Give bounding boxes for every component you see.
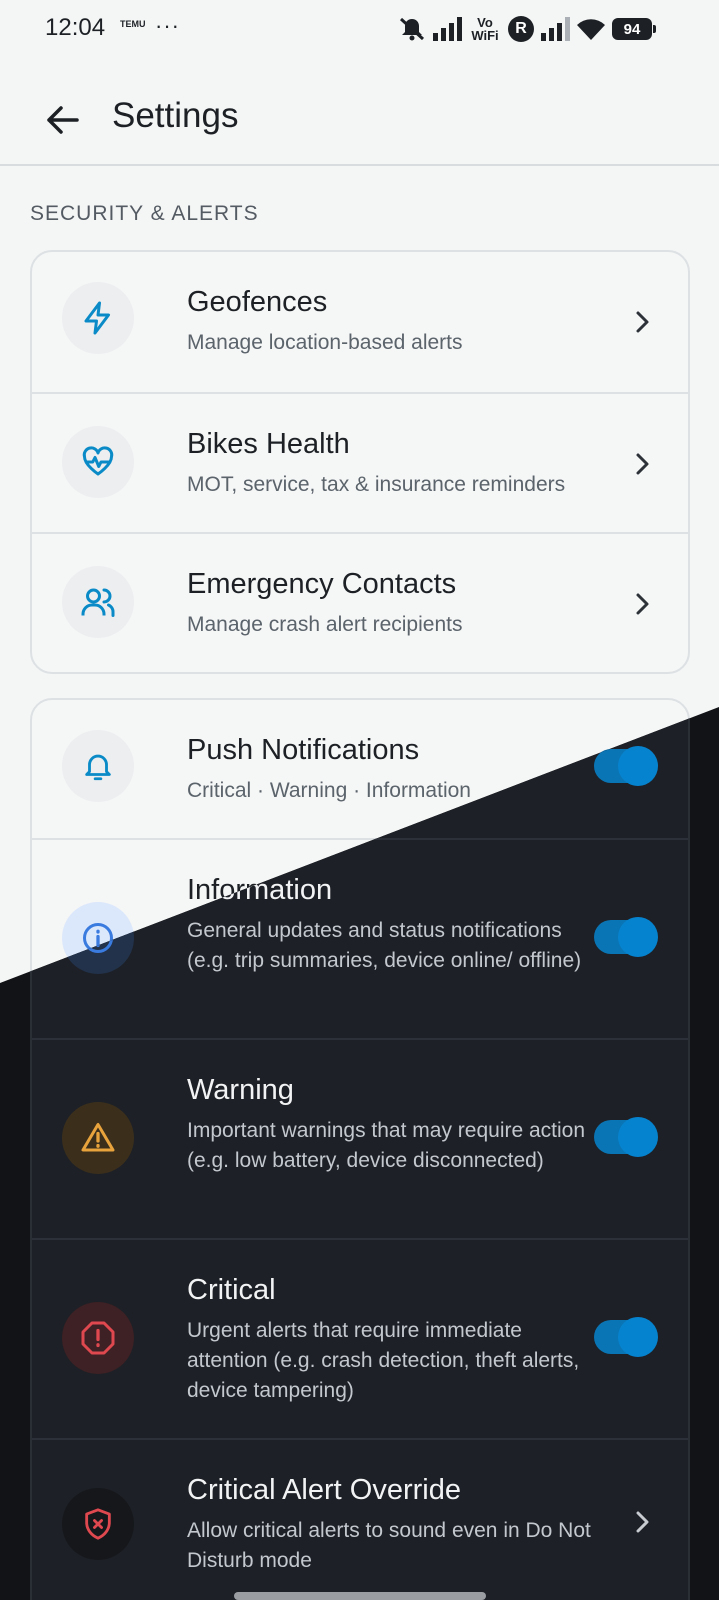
app-bar: Settings: [0, 60, 719, 166]
bikes-health-subtitle: MOT, service, tax & insurance reminders: [187, 473, 566, 496]
lightning-icon: [84, 301, 110, 335]
warning-title: Warning: [187, 1074, 294, 1106]
critical-subtitle: Urgent alerts that require immediate att…: [187, 1319, 580, 1402]
emergency-contacts-row[interactable]: Emergency Contacts Manage crash alert re…: [32, 532, 688, 672]
chevron-right-icon: [626, 588, 658, 620]
emergency-contacts-subtitle: Manage crash alert recipients: [187, 613, 463, 636]
wifi-icon: [577, 19, 605, 40]
geofences-title: Geofences: [187, 286, 328, 318]
critical-icon-bubble: [62, 1302, 134, 1374]
emergency-contacts-title: Emergency Contacts: [187, 568, 457, 600]
users-icon-bubble: [62, 566, 134, 638]
bikes-health-row[interactable]: Bikes Health MOT, service, tax & insuran…: [32, 392, 688, 532]
warning-icon-bubble: [62, 1102, 134, 1174]
silent-mode-icon: [399, 17, 425, 41]
security-card: Geofences Manage location-based alerts B…: [30, 250, 690, 674]
geofences-subtitle: Manage location-based alerts: [187, 331, 463, 354]
heart-pulse-icon-bubble: [62, 426, 134, 498]
warning-triangle-icon: [81, 1123, 115, 1152]
information-subtitle-dark: General updates and status notifications…: [187, 919, 582, 972]
critical-octagon-icon: [81, 1321, 115, 1355]
lightning-icon-bubble: [62, 282, 134, 354]
warning-row: Warning Important warnings that may requ…: [32, 1038, 688, 1238]
shield-x-icon: [85, 1508, 111, 1540]
signal-icon: [433, 17, 462, 41]
information-toggle-dark[interactable]: [594, 917, 658, 957]
bikes-health-title: Bikes Health: [187, 428, 350, 460]
warning-subtitle: Important warnings that may require acti…: [187, 1119, 586, 1172]
bell-icon: [85, 754, 111, 781]
vowifi-label: Vo WiFi: [471, 15, 499, 43]
battery-icon: 94: [612, 18, 656, 40]
push-notifications-title: Push Notifications: [187, 734, 420, 766]
users-icon: [81, 588, 115, 617]
warning-toggle[interactable]: [594, 1117, 658, 1157]
chevron-right-icon: [626, 1506, 658, 1538]
shield-icon-bubble: [62, 1488, 134, 1560]
status-bar: 12:04 TEMU ··· Vo WiFi R 94: [0, 0, 719, 60]
critical-override-row[interactable]: Critical Alert Override Allow critical a…: [32, 1438, 688, 1600]
critical-override-subtitle: Allow critical alerts to sound even in D…: [187, 1519, 591, 1572]
status-time: 12:04: [45, 14, 106, 41]
more-notifications-icon: ···: [155, 13, 180, 38]
critical-row: Critical Urgent alerts that require imme…: [32, 1238, 688, 1438]
page-title: Settings: [112, 96, 239, 135]
home-indicator[interactable]: [234, 1592, 486, 1600]
carrier-badge: TEMU: [120, 19, 146, 29]
back-button[interactable]: [30, 88, 94, 152]
section-label: SECURITY & ALERTS: [30, 202, 259, 225]
critical-title: Critical: [187, 1274, 276, 1306]
roaming-icon: R: [508, 16, 534, 42]
critical-toggle[interactable]: [594, 1317, 658, 1357]
geofences-row[interactable]: Geofences Manage location-based alerts: [32, 252, 688, 392]
chevron-right-icon: [626, 306, 658, 338]
heart-pulse-icon: [82, 446, 114, 476]
bell-icon-bubble: [62, 730, 134, 802]
critical-override-title: Critical Alert Override: [187, 1474, 461, 1506]
chevron-right-icon: [626, 448, 658, 480]
push-notifications-toggle-dark[interactable]: [594, 746, 658, 786]
signal-icon-2: [541, 17, 570, 41]
arrow-left-icon: [47, 106, 79, 134]
status-icons: Vo WiFi R 94: [398, 12, 656, 46]
